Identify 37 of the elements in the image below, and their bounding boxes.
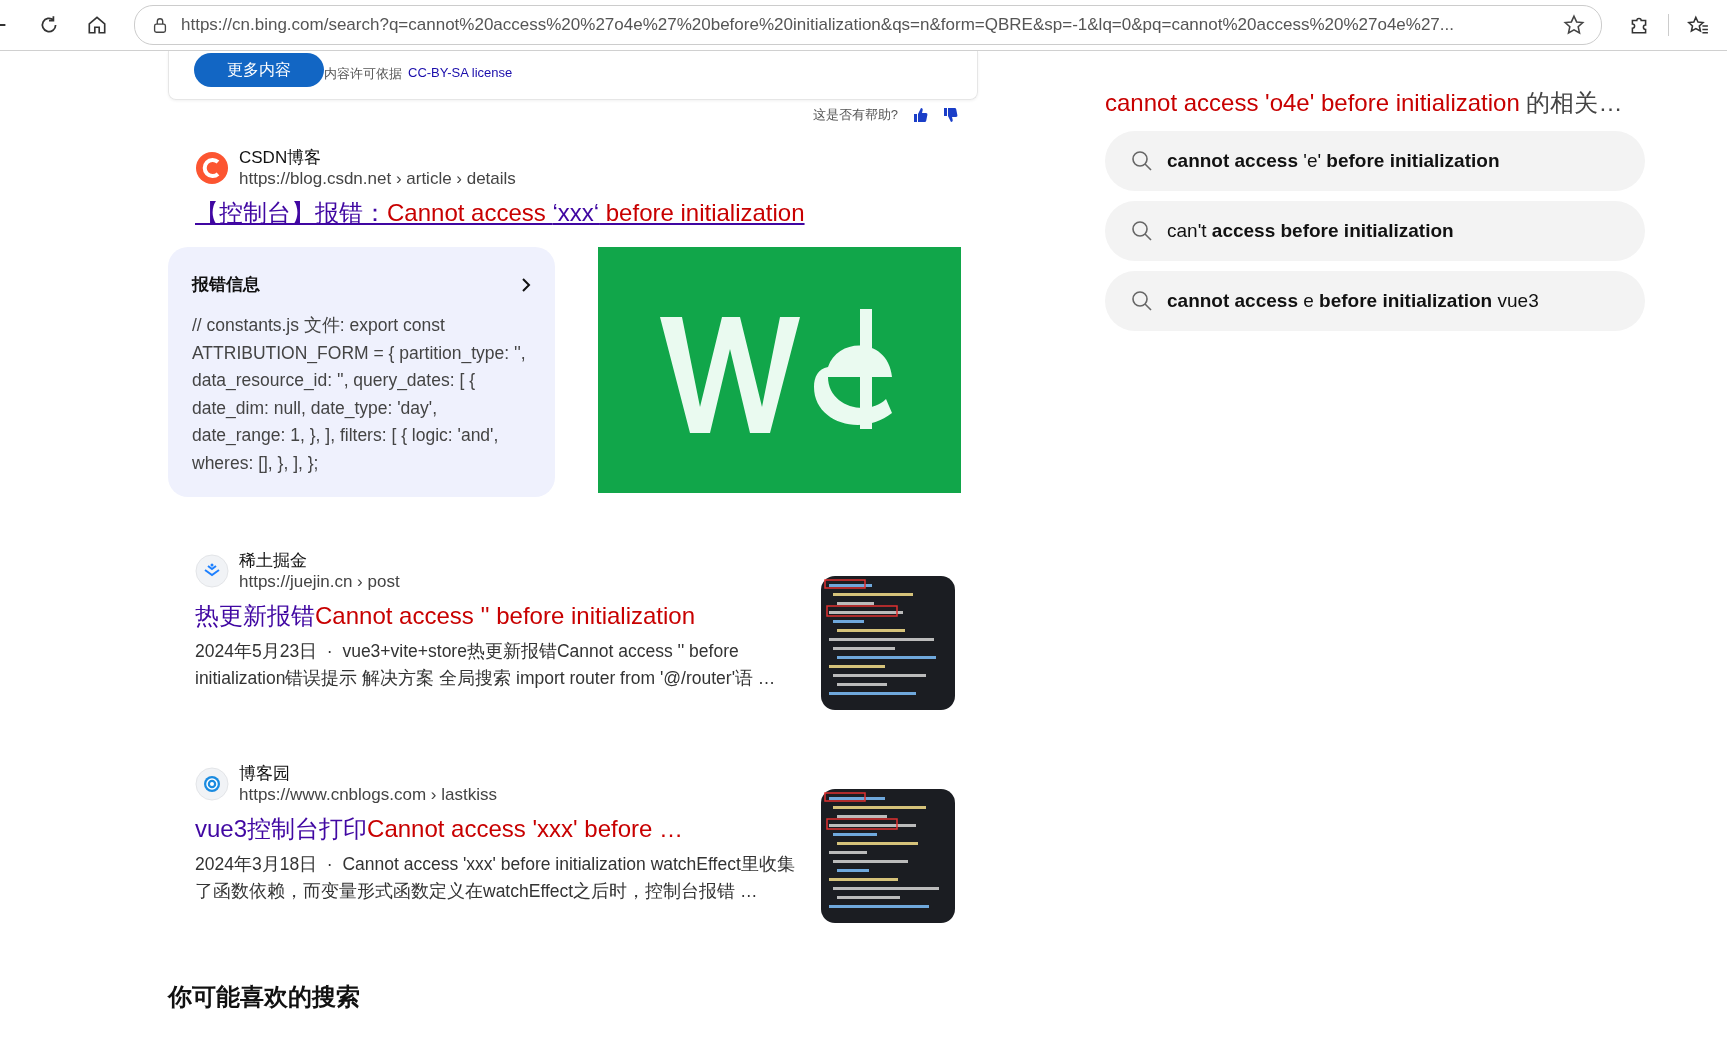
thumbs-up-icon[interactable] (912, 107, 928, 123)
lock-icon[interactable] (151, 16, 169, 34)
source-url: https://blog.csdn.net › article › details (239, 169, 516, 189)
search-icon (1131, 220, 1153, 242)
info-card[interactable] (168, 247, 555, 497)
chevron-right-icon[interactable] (521, 277, 531, 292)
source-name: CSDN博客 (239, 147, 323, 169)
thumbs-down-icon[interactable] (942, 107, 958, 123)
address-bar[interactable]: https://cn.bing.com/search?q=cannot%20access%20%27o4e%27%20before%20initialization&qs=n&form=QBRE&sp=-1&lq=0&pq=cannot%20access%20%27o4e%27... (134, 5, 1602, 45)
result-title-link[interactable]: vue3控制台打印Cannot access 'xxx' before … (195, 813, 795, 845)
info-card-title: 报错信息 (192, 274, 260, 296)
section-heading: 你可能喜欢的搜索 (168, 982, 361, 1012)
logo-icon (195, 766, 229, 801)
favorites-icon[interactable] (1687, 14, 1709, 36)
search-icon (1131, 150, 1153, 172)
source-url: https://juejin.cn › post (239, 572, 400, 592)
home-icon[interactable] (86, 14, 108, 36)
logo-icon (195, 150, 229, 185)
logo-icon (195, 553, 229, 588)
source-name: 博客园 (239, 763, 291, 785)
more-button[interactable]: 更多内容 (194, 53, 324, 87)
search-icon (1131, 290, 1153, 312)
related-heading: cannot access 'o4e' before initialization 的相关… (1105, 88, 1624, 118)
license-label: 内容许可依据 (324, 65, 402, 83)
related-search-item[interactable]: cannot access e before initialization vue3 (1105, 271, 1645, 331)
url-text: https://cn.bing.com/search?q=cannot%20access%20%27o4e%27%20before%20initialization&qs=n&form=QBRE&sp=-1&lq=0&pq=cannot%20access%20%27o4e%27... (181, 15, 1455, 35)
source-name: 稀土掘金 (239, 550, 308, 572)
related-search-item[interactable]: can't access before initialization (1105, 201, 1645, 261)
star-icon[interactable] (1563, 14, 1585, 36)
license-link[interactable]: CC-BY-SA license (408, 65, 513, 83)
related-search-item[interactable]: cannot access 'e' before initialization (1105, 131, 1645, 191)
source-url: https://www.cnblogs.com › lastkiss (239, 785, 497, 805)
feedback-question: 这是否有帮助? (812, 106, 898, 124)
result-title-link[interactable]: 热更新报错Cannot access '' before initialization (195, 600, 795, 632)
result-snippet: 2024年5月23日 · vue3+vite+store热更新报错Cannot access '' before initialization错误提示 解决方案 全局搜索 import router from '@/router'语 … (195, 640, 777, 690)
info-card-text: // constants.js 文件: export const ATTRIBUTION_FORM = { partition_type: '', data_resource_id: '', query_dates: [ { date_dim: null, date_type: 'day', date_range: 1, }, ], filters: [ { logic: 'and', wheres: [], }, ], }; (192, 314, 527, 475)
result-snippet: 2024年3月18日 · Cannot access 'xxx' before initialization watchEffect里收集了函数依赖，而变量形式函数定义在watchEffect之后时，控制台报错 … (195, 853, 795, 903)
